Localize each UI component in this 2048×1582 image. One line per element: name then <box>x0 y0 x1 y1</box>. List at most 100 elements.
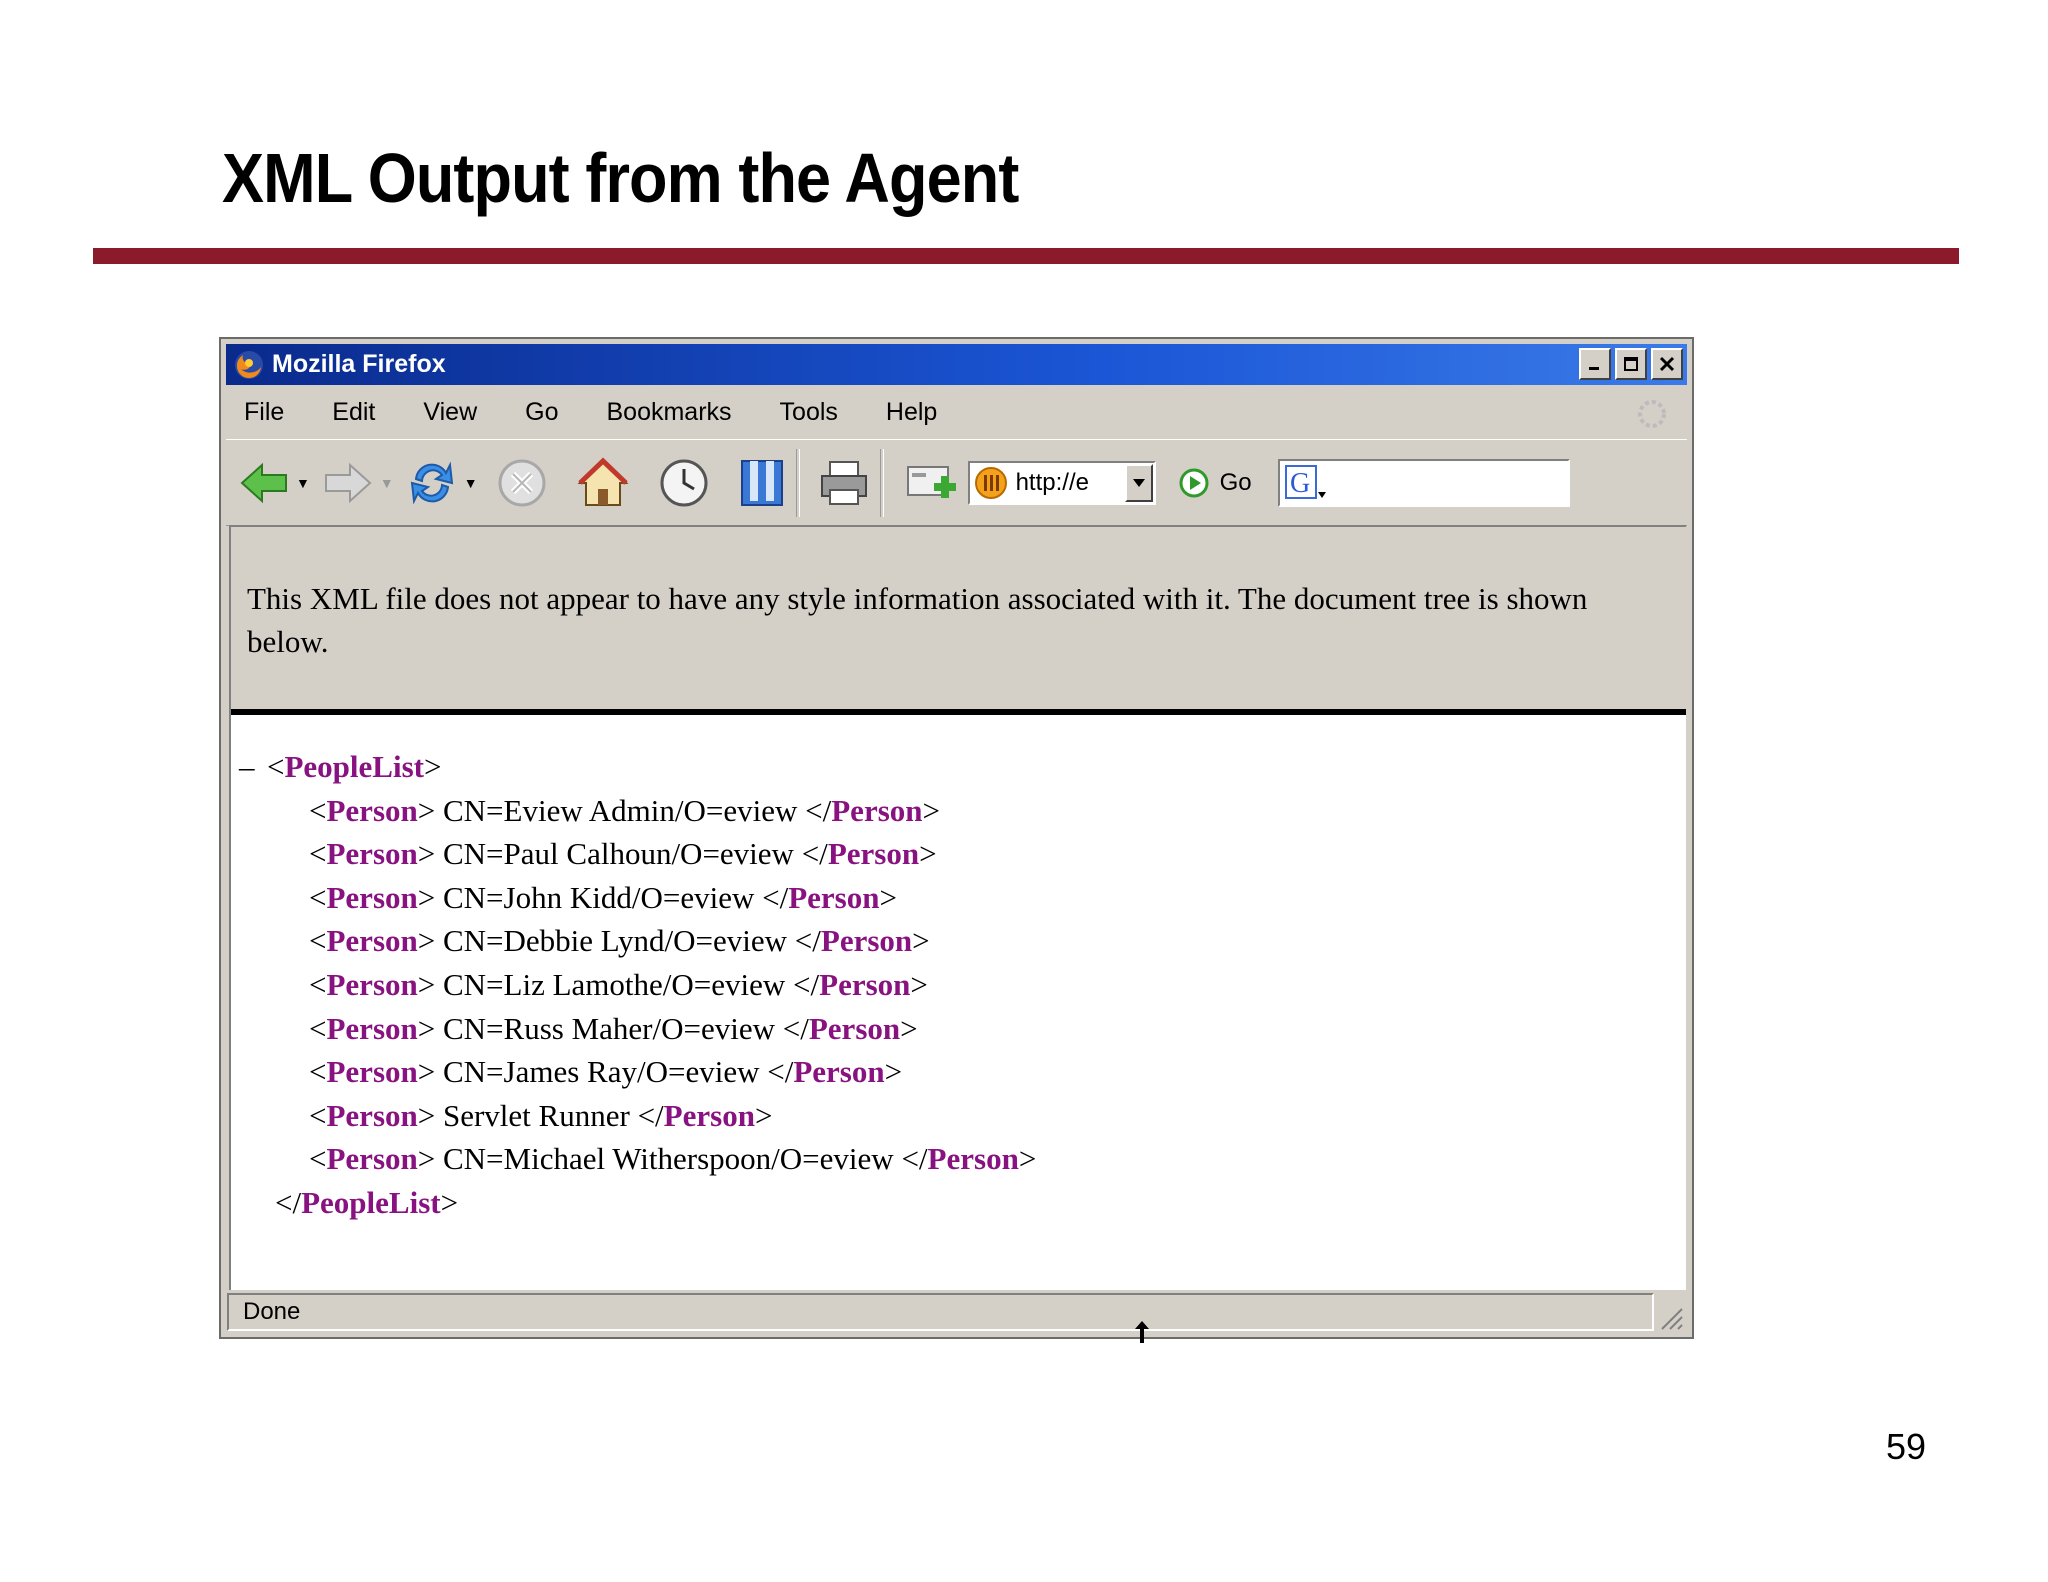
page-number: 59 <box>1885 1426 1926 1467</box>
person-open-tag: Person <box>326 792 418 828</box>
stop-icon <box>498 459 546 506</box>
page-content: This XML file does not appear to have an… <box>229 525 1686 1290</box>
new-tab-button[interactable] <box>904 453 960 513</box>
reload-button[interactable] <box>406 453 458 513</box>
maximize-icon <box>1624 357 1638 371</box>
xml-info-message: This XML file does not appear to have an… <box>231 527 1686 715</box>
throbber-icon <box>1638 400 1666 428</box>
menu-file[interactable]: File <box>244 398 284 427</box>
menu-bookmarks[interactable]: Bookmarks <box>607 398 732 427</box>
root-tag: PeopleList <box>284 749 424 784</box>
close-button[interactable] <box>1651 348 1683 380</box>
xml-person-element: <Person> CN=Debbie Lynd/O=eview </Person… <box>309 923 930 959</box>
go-button[interactable]: Go <box>1178 467 1252 499</box>
window-title: Mozilla Firefox <box>272 350 446 378</box>
person-open-tag: Person <box>326 1097 418 1133</box>
minimize-icon <box>1589 367 1599 370</box>
bookmarks-icon <box>740 459 783 506</box>
person-open-tag: Person <box>326 1054 418 1090</box>
toolbar-separator <box>795 448 800 517</box>
xml-document-tree: – <PeopleList> <Person> CN=Eview Admin/O=… <box>239 745 1036 1225</box>
collapse-toggle[interactable]: – <box>239 745 267 789</box>
printer-icon <box>820 460 867 505</box>
person-close-tag: Person <box>827 836 920 872</box>
xml-person-element: <Person> CN=Russ Maher/O=eview </Person> <box>309 1010 918 1046</box>
firefox-icon <box>232 348 266 382</box>
back-button[interactable] <box>238 453 290 513</box>
menu-edit[interactable]: Edit <box>332 398 375 427</box>
person-open-tag: Person <box>326 1010 418 1046</box>
search-field[interactable]: G <box>1277 458 1570 507</box>
person-value: CN=Paul Calhoun/O=eview <box>442 836 794 872</box>
url-dropdown-button[interactable] <box>1124 463 1153 502</box>
person-value: CN=Michael Witherspoon/O=eview <box>442 1141 894 1177</box>
minimize-button[interactable] <box>1579 348 1611 380</box>
person-open-tag: Person <box>326 923 418 959</box>
go-label: Go <box>1219 468 1252 496</box>
clock-icon <box>660 459 708 506</box>
person-open-tag: Person <box>326 966 418 1002</box>
person-value: Servlet Runner <box>442 1097 630 1133</box>
xml-root-open: – <PeopleList> <box>239 745 1036 789</box>
xml-person-element: <Person> CN=Eview Admin/O=eview </Person… <box>309 792 940 828</box>
menu-view[interactable]: View <box>423 398 477 427</box>
toolbar-separator <box>879 448 884 517</box>
add-bookmark-icon <box>906 465 956 498</box>
url-field[interactable]: http://e <box>967 460 1156 505</box>
xml-person-element: <Person> CN=John Kidd/O=eview </Person> <box>309 879 897 915</box>
go-arrow-icon <box>1179 468 1209 497</box>
person-close-tag: Person <box>820 923 913 959</box>
xml-person-element: <Person> CN=James Ray/O=eview </Person> <box>309 1054 903 1090</box>
person-value: CN=John Kidd/O=eview <box>442 879 755 915</box>
menu-help[interactable]: Help <box>886 398 937 427</box>
xml-person-element: <Person> CN=Liz Lamothe/O=eview </Person… <box>309 966 928 1002</box>
person-value: CN=Liz Lamothe/O=eview <box>442 966 786 1002</box>
xml-person-element: <Person> Servlet Runner </Person> <box>309 1097 773 1133</box>
xml-person-element: <Person> CN=Michael Witherspoon/O=eview … <box>309 1141 1037 1177</box>
person-close-tag: Person <box>927 1141 1019 1177</box>
xml-root-close: </PeopleList> <box>275 1184 459 1220</box>
menu-bar: File Edit View Go Bookmarks Tools Help <box>226 389 1687 435</box>
person-close-tag: Person <box>793 1054 885 1090</box>
stop-button[interactable] <box>496 453 548 513</box>
print-button[interactable] <box>818 453 870 513</box>
chevron-down-icon <box>1132 478 1145 487</box>
resize-grip-icon[interactable] <box>1654 1301 1684 1331</box>
slide-title: XML Output from the Agent <box>222 139 1019 217</box>
person-open-tag: Person <box>326 879 418 915</box>
person-close-tag: Person <box>808 1010 901 1046</box>
forward-button[interactable] <box>322 453 374 513</box>
mouse-cursor-icon <box>1135 1321 1149 1343</box>
svg-text:G: G <box>1290 468 1310 499</box>
browser-window: Mozilla Firefox File Edit View Go Bookma… <box>219 337 1694 1343</box>
forward-arrow-icon <box>324 462 372 503</box>
forward-history-dropdown-icon[interactable]: ▼ <box>380 475 394 491</box>
xml-person-element: <Person> CN=Paul Calhoun/O=eview </Perso… <box>309 836 937 872</box>
menu-go[interactable]: Go <box>525 398 558 427</box>
home-icon <box>577 457 629 506</box>
site-icon <box>974 466 1007 499</box>
window-titlebar[interactable]: Mozilla Firefox <box>226 344 1687 385</box>
bookmarks-button[interactable] <box>738 453 786 513</box>
person-value: CN=Russ Maher/O=eview <box>442 1010 775 1046</box>
title-rule <box>93 248 1959 264</box>
person-open-tag: Person <box>326 836 418 872</box>
maximize-button[interactable] <box>1615 348 1647 380</box>
person-close-tag: Person <box>831 792 923 828</box>
reload-dropdown-icon[interactable]: ▼ <box>464 475 478 491</box>
url-text[interactable]: http://e <box>1016 469 1125 497</box>
person-close-tag: Person <box>788 879 880 915</box>
google-search-icon[interactable]: G <box>1284 464 1328 502</box>
person-value: CN=James Ray/O=eview <box>442 1054 760 1090</box>
status-bar: Done <box>227 1293 1654 1331</box>
navigation-toolbar: ▼ ▼ ▼ http://e Go G <box>226 439 1687 526</box>
root-close-tag: PeopleList <box>301 1184 441 1220</box>
person-close-tag: Person <box>663 1097 755 1133</box>
person-value: CN=Eview Admin/O=eview <box>442 792 798 828</box>
back-history-dropdown-icon[interactable]: ▼ <box>296 475 310 491</box>
history-button[interactable] <box>658 453 710 513</box>
person-value: CN=Debbie Lynd/O=eview <box>442 923 788 959</box>
home-button[interactable] <box>576 453 630 513</box>
menu-tools[interactable]: Tools <box>780 398 838 427</box>
back-arrow-icon <box>240 462 287 503</box>
